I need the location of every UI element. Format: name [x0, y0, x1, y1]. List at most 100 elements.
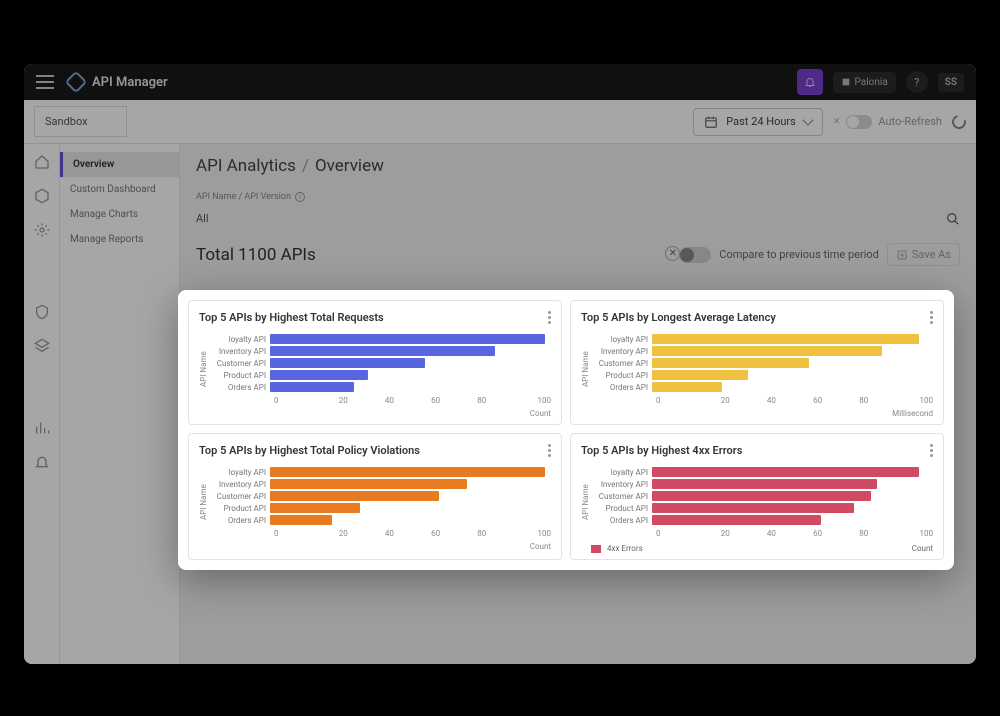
bar-track[interactable]	[270, 346, 551, 356]
bar-row: Customer API	[212, 358, 551, 368]
app-logo[interactable]: API Manager	[68, 74, 168, 90]
bar-fill	[270, 358, 425, 368]
axis-tick: 0	[274, 529, 320, 538]
bar-category: Orders API	[212, 516, 270, 525]
x-axis: 020406080100	[274, 396, 551, 405]
home-icon[interactable]	[34, 154, 50, 170]
axis-tick: 40	[748, 396, 794, 405]
compare-label: Compare to previous time period	[719, 248, 879, 261]
bar-category: Inventory API	[212, 480, 270, 489]
bar-row: Orders API	[212, 382, 551, 392]
secondary-bar: Sandbox Past 24 Hours ✕ Auto-Refresh	[24, 100, 976, 144]
bar-fill	[270, 334, 545, 344]
bar-track[interactable]	[270, 382, 551, 392]
bar-track[interactable]	[270, 334, 551, 344]
bar-track[interactable]	[270, 358, 551, 368]
bar-track[interactable]	[270, 503, 551, 513]
bar-track[interactable]	[270, 370, 551, 380]
sidebar-item-manage-reports[interactable]: Manage Reports	[60, 227, 179, 252]
bar-track[interactable]	[270, 515, 551, 525]
bar-fill	[652, 382, 722, 392]
bar-category: Orders API	[594, 516, 652, 525]
axis-tick: 60	[795, 529, 841, 538]
info-icon[interactable]: i	[295, 192, 305, 202]
layers-icon[interactable]	[34, 338, 50, 354]
bell-rail-icon[interactable]	[34, 454, 50, 470]
refresh-icon[interactable]	[949, 112, 968, 131]
search-icon[interactable]	[946, 212, 960, 226]
chart-card: Top 5 APIs by Highest Total Policy Viola…	[188, 433, 562, 560]
bar-track[interactable]	[652, 491, 933, 501]
time-range-selector[interactable]: Past 24 Hours	[693, 108, 823, 136]
notifications-button[interactable]	[797, 69, 823, 95]
bar-row: Orders API	[594, 382, 933, 392]
compare-toggle[interactable]	[679, 247, 711, 263]
axis-tick: 60	[413, 529, 459, 538]
bell-icon	[804, 76, 816, 88]
bar-fill	[652, 467, 919, 477]
chart-title: Top 5 APIs by Highest 4xx Errors	[581, 444, 742, 457]
bar-track[interactable]	[652, 346, 933, 356]
chevron-down-icon	[802, 114, 813, 125]
bar-track[interactable]	[652, 503, 933, 513]
bar-track[interactable]	[270, 479, 551, 489]
filter-value[interactable]: All	[196, 208, 209, 229]
bar-row: loyalty API	[594, 334, 933, 344]
chart-menu-icon[interactable]	[548, 444, 551, 457]
bar-category: Customer API	[212, 359, 270, 368]
axis-tick: 100	[887, 396, 933, 405]
user-avatar[interactable]: SS	[938, 73, 964, 92]
auto-refresh-toggle[interactable]: ✕ Auto-Refresh	[833, 115, 942, 129]
bar-fill	[270, 515, 332, 525]
bar-category: Product API	[212, 504, 270, 513]
bar-row: Product API	[212, 370, 551, 380]
bar-track[interactable]	[652, 479, 933, 489]
axis-tick: 60	[795, 396, 841, 405]
bar-row: Orders API	[594, 515, 933, 525]
bar-category: loyalty API	[594, 468, 652, 477]
help-button[interactable]: ?	[906, 71, 928, 93]
save-as-button[interactable]: Save As	[887, 243, 960, 266]
bar-track[interactable]	[652, 358, 933, 368]
sidebar-item-overview[interactable]: Overview	[60, 152, 179, 177]
chart-title: Top 5 APIs by Highest Total Requests	[199, 311, 384, 324]
bar-fill	[270, 467, 545, 477]
shield-icon[interactable]	[34, 304, 50, 320]
axis-tick: 20	[702, 396, 748, 405]
legend-swatch	[591, 545, 601, 553]
sidebar-item-manage-charts[interactable]: Manage Charts	[60, 202, 179, 227]
bar-fill	[652, 370, 748, 380]
bar-fill	[652, 346, 882, 356]
bar-category: Orders API	[212, 383, 270, 392]
environment-selector[interactable]: Sandbox	[34, 106, 127, 137]
x-axis-label: Count	[199, 409, 551, 418]
chart-menu-icon[interactable]	[548, 311, 551, 324]
bar-track[interactable]	[652, 515, 933, 525]
axis-tick: 20	[320, 396, 366, 405]
bar-track[interactable]	[652, 370, 933, 380]
bar-track[interactable]	[270, 491, 551, 501]
bar-fill	[270, 491, 439, 501]
cube-icon[interactable]	[34, 188, 50, 204]
top-bar: API Manager Palonia ? SS	[24, 64, 976, 100]
axis-tick: 80	[459, 396, 505, 405]
bar-row: Customer API	[594, 491, 933, 501]
axis-tick: 0	[656, 396, 702, 405]
org-selector[interactable]: Palonia	[833, 72, 896, 93]
bar-track[interactable]	[652, 467, 933, 477]
save-icon	[896, 249, 908, 261]
sidebar-item-custom-dashboard[interactable]: Custom Dashboard	[60, 177, 179, 202]
bar-track[interactable]	[652, 334, 933, 344]
hamburger-icon[interactable]	[36, 75, 54, 89]
y-axis-label: API Name	[199, 334, 208, 405]
building-icon	[841, 77, 851, 87]
axis-tick: 40	[748, 529, 794, 538]
chart-menu-icon[interactable]	[930, 311, 933, 324]
bar-track[interactable]	[270, 467, 551, 477]
bar-row: Inventory API	[594, 479, 933, 489]
bar-category: Product API	[212, 371, 270, 380]
chart-menu-icon[interactable]	[930, 444, 933, 457]
chart-icon[interactable]	[34, 420, 50, 436]
gear-icon[interactable]	[34, 222, 50, 238]
bar-track[interactable]	[652, 382, 933, 392]
